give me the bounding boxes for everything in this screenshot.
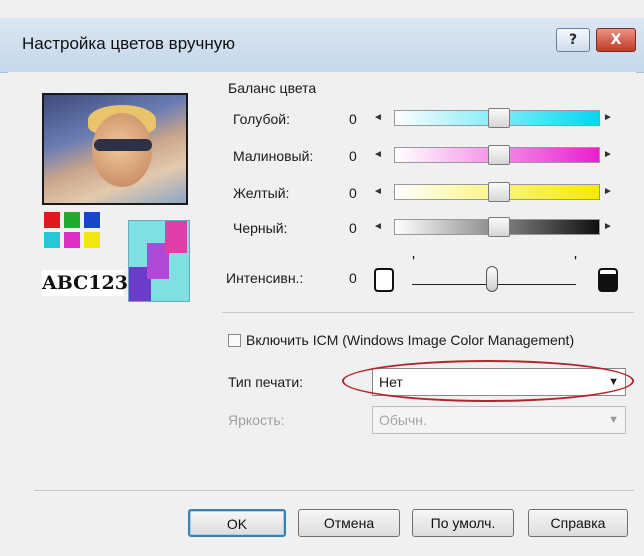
icm-checkbox[interactable]: [228, 334, 241, 347]
yellow-slider[interactable]: ◄ ►: [370, 182, 614, 202]
magenta-value: 0: [349, 148, 357, 164]
gradient-steps: [128, 220, 190, 302]
icm-label[interactable]: Включить ICM (Windows Image Color Manage…: [246, 332, 574, 348]
cyan-swatch: [44, 232, 60, 248]
dark-intensity-icon: [598, 268, 618, 292]
sample-text: ABC123: [42, 270, 128, 296]
magenta-swatch: [64, 232, 80, 248]
chevron-down-icon: ▼: [608, 414, 619, 426]
annotation-ellipse: [342, 360, 634, 402]
magenta-label: Малиновый:: [233, 148, 314, 164]
cyan-right-arrow-icon[interactable]: ►: [602, 111, 614, 125]
red-swatch: [44, 212, 60, 228]
black-value: 0: [349, 220, 357, 236]
defaults-button[interactable]: По умолч.: [412, 509, 514, 537]
black-thumb[interactable]: [488, 217, 510, 237]
green-swatch: [64, 212, 80, 228]
cyan-value: 0: [349, 111, 357, 127]
footer-divider: [34, 490, 634, 491]
cyan-label: Голубой:: [233, 111, 290, 127]
close-button[interactable]: X: [596, 28, 636, 52]
intensity-label: Интенсивн.:: [226, 270, 304, 286]
ok-button[interactable]: OK: [188, 509, 286, 537]
yellow-thumb[interactable]: [488, 182, 510, 202]
preview-photo: [42, 93, 188, 205]
yellow-label: Желтый:: [233, 185, 290, 201]
yellow-swatch: [84, 232, 100, 248]
magenta-slider[interactable]: ◄ ►: [370, 145, 614, 165]
intensity-tick-left: ': [412, 254, 416, 271]
magenta-thumb[interactable]: [488, 145, 510, 165]
print-type-label: Тип печати:: [228, 374, 304, 390]
photo-glasses: [94, 139, 152, 151]
cancel-button[interactable]: Отмена: [298, 509, 400, 537]
cyan-thumb[interactable]: [488, 108, 510, 128]
brightness-select: Обычн. ▼: [372, 406, 626, 434]
black-right-arrow-icon[interactable]: ►: [602, 220, 614, 234]
help-title-button[interactable]: ?: [556, 28, 590, 52]
step-3: [165, 221, 187, 253]
magenta-right-arrow-icon[interactable]: ►: [602, 148, 614, 162]
dialog-window: Настройка цветов вручную ? X ABC123 Бала…: [0, 0, 644, 556]
cyan-left-arrow-icon[interactable]: ◄: [372, 111, 384, 125]
black-label: Черный:: [233, 220, 288, 236]
intensity-value: 0: [349, 270, 357, 286]
black-left-arrow-icon[interactable]: ◄: [372, 220, 384, 234]
color-balance-heading: Баланс цвета: [228, 80, 317, 96]
cyan-slider[interactable]: ◄ ►: [370, 108, 614, 128]
intensity-tick-right: ': [574, 254, 578, 271]
blue-swatch: [84, 212, 100, 228]
help-button[interactable]: Справка: [528, 509, 628, 537]
section-divider: [222, 312, 634, 313]
brightness-label: Яркость:: [228, 412, 285, 428]
light-intensity-icon: [374, 268, 394, 292]
color-swatches: ABC123: [42, 210, 190, 302]
black-slider[interactable]: ◄ ►: [370, 217, 614, 237]
magenta-left-arrow-icon[interactable]: ◄: [372, 148, 384, 162]
window-title: Настройка цветов вручную: [22, 34, 235, 53]
yellow-left-arrow-icon[interactable]: ◄: [372, 185, 384, 199]
brightness-value: Обычн.: [379, 412, 427, 428]
yellow-value: 0: [349, 185, 357, 201]
yellow-right-arrow-icon[interactable]: ►: [602, 185, 614, 199]
intensity-thumb[interactable]: [486, 266, 498, 292]
